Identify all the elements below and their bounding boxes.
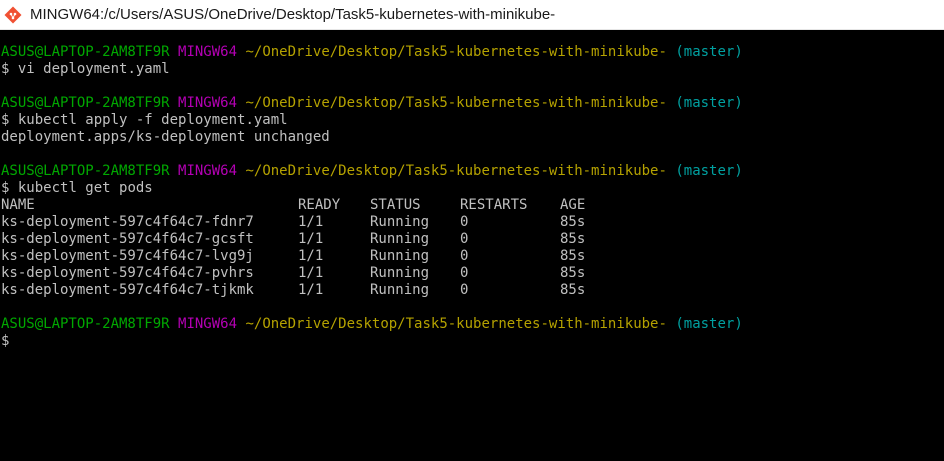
pod-age: 85s — [560, 214, 586, 230]
prompt-line: ASUS@LAPTOP-2AM8TF9R MINGW64 ~/OneDrive/… — [0, 316, 944, 333]
prompt-path: ~/OneDrive/Desktop/Task5-kubernetes-with… — [245, 95, 667, 111]
pod-status: Running — [370, 248, 430, 264]
pod-age: 85s — [560, 248, 586, 264]
pod-restarts: 0 — [460, 231, 469, 247]
table-row: ks-deployment-597c4f64c7-lvg9j 1/1 Runni… — [0, 248, 620, 265]
prompt-user-host: ASUS@LAPTOP-2AM8TF9R — [1, 44, 170, 60]
column-header-status: STATUS — [370, 197, 421, 213]
table-row: ks-deployment-597c4f64c7-pvhrs 1/1 Runni… — [0, 265, 620, 282]
pod-restarts: 0 — [460, 265, 469, 281]
table-row: ks-deployment-597c4f64c7-fdnr7 1/1 Runni… — [0, 214, 620, 231]
pods-table: NAME READY STATUS RESTARTS AGE ks-deploy… — [0, 197, 620, 299]
prompt-user-host: ASUS@LAPTOP-2AM8TF9R — [1, 316, 170, 332]
pod-age: 85s — [560, 265, 586, 281]
prompt-branch: (master) — [675, 95, 743, 111]
pod-status: Running — [370, 214, 430, 230]
command-text: kubectl get pods — [17, 180, 153, 196]
pod-name: ks-deployment-597c4f64c7-fdnr7 — [1, 214, 254, 230]
pod-ready: 1/1 — [298, 248, 324, 264]
prompt-branch: (master) — [675, 316, 743, 332]
table-header-row: NAME READY STATUS RESTARTS AGE — [0, 197, 620, 214]
output-line: deployment.apps/ks-deployment unchanged — [1, 129, 330, 145]
prompt-symbol: $ — [1, 180, 10, 196]
active-command-line[interactable]: $ — [0, 333, 944, 350]
prompt-branch: (master) — [675, 163, 743, 179]
pod-status: Running — [370, 231, 430, 247]
prompt-system: MINGW64 — [178, 163, 238, 179]
prompt-line: ASUS@LAPTOP-2AM8TF9R MINGW64 ~/OneDrive/… — [0, 163, 944, 180]
prompt-system: MINGW64 — [178, 95, 238, 111]
pod-ready: 1/1 — [298, 265, 324, 281]
column-header-restarts: RESTARTS — [460, 197, 528, 213]
terminal-output[interactable]: ASUS@LAPTOP-2AM8TF9R MINGW64 ~/OneDrive/… — [0, 30, 944, 461]
command-line: $ kubectl apply -f deployment.yaml — [0, 112, 944, 129]
pod-restarts: 0 — [460, 248, 469, 264]
pod-name: ks-deployment-597c4f64c7-lvg9j — [1, 248, 254, 264]
column-header-ready: READY — [298, 197, 341, 213]
prompt-system: MINGW64 — [178, 44, 238, 60]
prompt-user-host: ASUS@LAPTOP-2AM8TF9R — [1, 95, 170, 111]
column-header-name: NAME — [1, 197, 35, 213]
column-header-age: AGE — [560, 197, 586, 213]
pod-name: ks-deployment-597c4f64c7-pvhrs — [1, 265, 254, 281]
pod-status: Running — [370, 265, 430, 281]
pod-restarts: 0 — [460, 282, 469, 298]
title-bar[interactable]: MINGW64:/c/Users/ASUS/OneDrive/Desktop/T… — [0, 0, 944, 30]
pod-status: Running — [370, 282, 430, 298]
pod-restarts: 0 — [460, 214, 469, 230]
pod-ready: 1/1 — [298, 214, 324, 230]
table-row: ks-deployment-597c4f64c7-tjkmk 1/1 Runni… — [0, 282, 620, 299]
command-line: $ kubectl get pods — [0, 180, 944, 197]
prompt-symbol: $ — [1, 333, 10, 349]
pod-ready: 1/1 — [298, 282, 324, 298]
prompt-user-host: ASUS@LAPTOP-2AM8TF9R — [1, 163, 170, 179]
command-text: vi deployment.yaml — [17, 61, 170, 77]
git-bash-icon — [4, 6, 22, 24]
command-text: kubectl apply -f deployment.yaml — [17, 112, 288, 128]
command-line: $ vi deployment.yaml — [0, 61, 944, 78]
pod-age: 85s — [560, 282, 586, 298]
pod-age: 85s — [560, 231, 586, 247]
prompt-path: ~/OneDrive/Desktop/Task5-kubernetes-with… — [245, 44, 667, 60]
table-row: ks-deployment-597c4f64c7-gcsft 1/1 Runni… — [0, 231, 620, 248]
prompt-path: ~/OneDrive/Desktop/Task5-kubernetes-with… — [245, 163, 667, 179]
prompt-branch: (master) — [675, 44, 743, 60]
prompt-line: ASUS@LAPTOP-2AM8TF9R MINGW64 ~/OneDrive/… — [0, 44, 944, 61]
prompt-system: MINGW64 — [178, 316, 238, 332]
prompt-path: ~/OneDrive/Desktop/Task5-kubernetes-with… — [245, 316, 667, 332]
pod-ready: 1/1 — [298, 231, 324, 247]
window-title: MINGW64:/c/Users/ASUS/OneDrive/Desktop/T… — [30, 6, 556, 23]
prompt-line: ASUS@LAPTOP-2AM8TF9R MINGW64 ~/OneDrive/… — [0, 95, 944, 112]
pod-name: ks-deployment-597c4f64c7-tjkmk — [1, 282, 254, 298]
prompt-symbol: $ — [1, 61, 10, 77]
pod-name: ks-deployment-597c4f64c7-gcsft — [1, 231, 254, 247]
prompt-symbol: $ — [1, 112, 10, 128]
